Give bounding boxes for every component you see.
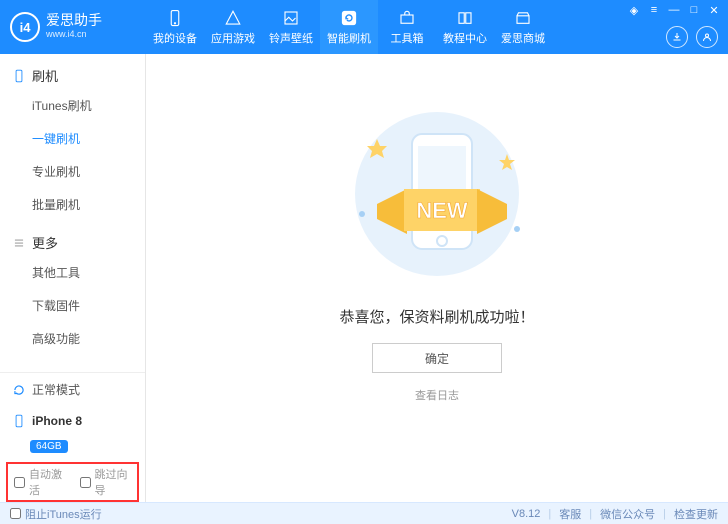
nav-ringtones[interactable]: 铃声壁纸 — [262, 0, 320, 54]
phone-icon — [12, 414, 26, 428]
nav-label: 智能刷机 — [327, 30, 371, 46]
skin-icon[interactable]: ◈ — [628, 4, 640, 16]
app-name: 爱思助手 — [46, 12, 102, 28]
separator: | — [589, 508, 592, 520]
list-icon — [12, 236, 26, 250]
nav-flash[interactable]: 智能刷机 — [320, 0, 378, 54]
sidebar-item-pro-flash[interactable]: 专业刷机 — [32, 155, 145, 188]
title-bar: i4 爱思助手 www.i4.cn 我的设备 应用游戏 铃声壁纸 智能刷机 工具… — [0, 0, 728, 54]
refresh-icon — [340, 9, 358, 27]
checkbox-label: 阻止iTunes运行 — [25, 506, 102, 522]
window-controls: ◈ ≡ — □ ✕ — [628, 4, 720, 16]
nav-label: 教程中心 — [443, 30, 487, 46]
separator: | — [663, 508, 666, 520]
nav-label: 爱思商城 — [501, 30, 545, 46]
toolbox-icon — [398, 9, 416, 27]
footer-link-update[interactable]: 检查更新 — [674, 506, 718, 522]
sidebar-item-other-tools[interactable]: 其他工具 — [32, 256, 145, 289]
download-icon[interactable] — [666, 26, 688, 48]
phone-icon — [166, 9, 184, 27]
app-url: www.i4.cn — [46, 27, 102, 41]
sidebar-item-advanced[interactable]: 高级功能 — [32, 322, 145, 355]
sidebar-device[interactable]: iPhone 8 — [0, 406, 145, 436]
sidebar-item-download-fw[interactable]: 下载固件 — [32, 289, 145, 322]
phone-icon — [12, 69, 26, 83]
maximize-icon[interactable]: □ — [688, 4, 700, 16]
new-badge-text: NEW — [416, 198, 468, 223]
top-nav: 我的设备 应用游戏 铃声壁纸 智能刷机 工具箱 教程中心 爱思商城 — [146, 0, 552, 54]
store-icon — [514, 9, 532, 27]
checkbox-auto-activate[interactable]: 自动激活 — [14, 466, 66, 498]
version-label: V8.12 — [512, 508, 541, 520]
nav-label: 工具箱 — [391, 30, 424, 46]
nav-tutorials[interactable]: 教程中心 — [436, 0, 494, 54]
sidebar-group-flash: 刷机 — [0, 54, 145, 89]
device-label: iPhone 8 — [32, 414, 82, 428]
success-message: 恭喜您，保资料刷机成功啦！ — [339, 306, 534, 327]
nav-label: 铃声壁纸 — [269, 30, 313, 46]
checkbox-label: 跳过向导 — [95, 466, 132, 498]
success-illustration: NEW — [322, 94, 552, 284]
status-bar: 阻止iTunes运行 V8.12 | 客服 | 微信公众号 | 检查更新 — [0, 502, 728, 524]
nav-toolbox[interactable]: 工具箱 — [378, 0, 436, 54]
minimize-icon[interactable]: — — [668, 4, 680, 16]
options-highlight: 自动激活 跳过向导 — [6, 462, 139, 502]
book-icon — [456, 9, 474, 27]
storage-badge: 64GB — [30, 440, 68, 453]
sidebar-group-more: 更多 — [0, 221, 145, 256]
footer-link-wechat[interactable]: 微信公众号 — [600, 506, 655, 522]
ok-button[interactable]: 确定 — [372, 343, 502, 373]
main-content: NEW 恭喜您，保资料刷机成功啦！ 确定 查看日志 — [146, 54, 728, 502]
sidebar: 刷机 iTunes刷机 一键刷机 专业刷机 批量刷机 更多 其他工具 下载固件 … — [0, 54, 146, 502]
sidebar-item-itunes-flash[interactable]: iTunes刷机 — [32, 89, 145, 122]
logo-icon: i4 — [10, 12, 40, 42]
footer-link-support[interactable]: 客服 — [559, 506, 581, 522]
separator: | — [548, 508, 551, 520]
nav-store[interactable]: 爱思商城 — [494, 0, 552, 54]
sidebar-item-batch-flash[interactable]: 批量刷机 — [32, 188, 145, 221]
refresh-icon — [12, 383, 26, 397]
sidebar-group-label: 更多 — [32, 233, 58, 252]
wallpaper-icon — [282, 9, 300, 27]
sidebar-group-label: 刷机 — [32, 66, 58, 85]
apps-icon — [224, 9, 242, 27]
checkbox-block-itunes[interactable]: 阻止iTunes运行 — [10, 506, 102, 522]
nav-my-device[interactable]: 我的设备 — [146, 0, 204, 54]
mode-label: 正常模式 — [32, 381, 80, 398]
close-icon[interactable]: ✕ — [708, 4, 720, 16]
checkbox-skip-wizard[interactable]: 跳过向导 — [80, 466, 132, 498]
menu-icon[interactable]: ≡ — [648, 4, 660, 16]
view-log-link[interactable]: 查看日志 — [415, 387, 459, 403]
nav-apps[interactable]: 应用游戏 — [204, 0, 262, 54]
user-icon[interactable] — [696, 26, 718, 48]
nav-label: 应用游戏 — [211, 30, 255, 46]
app-logo: i4 爱思助手 www.i4.cn — [0, 12, 146, 42]
sidebar-mode[interactable]: 正常模式 — [0, 373, 145, 406]
sidebar-item-oneclick-flash[interactable]: 一键刷机 — [32, 122, 145, 155]
nav-label: 我的设备 — [153, 30, 197, 46]
checkbox-label: 自动激活 — [29, 466, 66, 498]
